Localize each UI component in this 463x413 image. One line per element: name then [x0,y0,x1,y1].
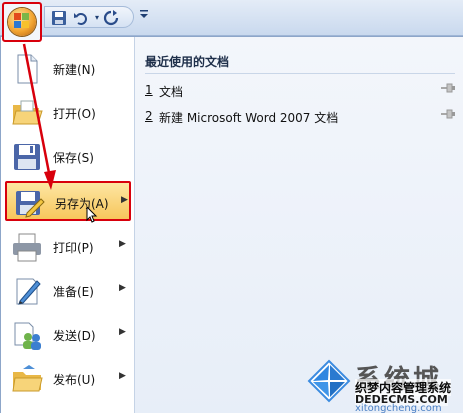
menu-item-label: 打印(P) [53,241,94,255]
undo-icon[interactable] [73,10,89,26]
menu-item-label: 发送(D) [53,329,96,343]
watermark: 系统城 织梦内容管理系统 DEDECMS.COM xitongcheng.com [305,355,463,413]
submenu-arrow-icon: ▶ [121,195,128,205]
pin-icon[interactable] [441,109,455,122]
menu-item-label: 打开(O) [53,107,96,121]
publish-folder-icon [11,363,43,395]
menu-item-label: 发布(U) [53,373,96,387]
submenu-arrow-icon: ▶ [119,371,126,381]
recent-document-item[interactable]: 1 文档 [145,81,455,101]
quick-access-toolbar: ▾ [44,6,134,28]
menu-item-save[interactable]: 保存(S) [5,137,131,177]
prepare-pen-icon [11,275,43,307]
submenu-arrow-icon: ▶ [119,327,126,337]
customize-toolbar-icon[interactable] [140,8,150,24]
menu-commands: 新建(N) 打开(O) 保存(S) 另存为(A) ▶ 打印(P) ▶ 准备(E)… [1,37,135,413]
windows-logo-icon [307,359,351,403]
watermark-domain: xitongcheng.com [355,403,442,413]
menu-item-publish[interactable]: 发布(U) ▶ [5,359,131,399]
office-logo-icon [14,13,30,29]
menu-item-label: 准备(E) [53,285,94,299]
menu-item-save-as[interactable]: 另存为(A) ▶ [5,181,131,221]
redo-icon[interactable] [103,10,119,26]
send-people-icon [11,319,43,351]
recent-item-name: 新建 Microsoft Word 2007 文档 [159,111,339,125]
title-bar: ▾ [0,0,463,42]
menu-item-label: 新建(N) [53,63,96,77]
printer-icon [11,231,43,263]
open-folder-icon [11,97,43,129]
mouse-cursor-icon [86,205,98,224]
divider [145,73,455,74]
menu-item-print[interactable]: 打印(P) ▶ [5,227,131,267]
pin-icon[interactable] [441,83,455,96]
recent-document-item[interactable]: 2 新建 Microsoft Word 2007 文档 [145,107,455,127]
submenu-arrow-icon: ▶ [119,239,126,249]
recent-item-number: 1 [145,83,153,97]
menu-item-open[interactable]: 打开(O) [5,93,131,133]
recent-item-number: 2 [145,109,153,123]
menu-item-new[interactable]: 新建(N) [5,49,131,89]
menu-item-label: 保存(S) [53,151,94,165]
save-as-icon [13,187,45,219]
recent-documents-title: 最近使用的文档 [145,55,230,69]
floppy-disk-icon[interactable] [51,10,67,26]
office-button[interactable] [2,2,42,42]
floppy-disk-icon [11,141,43,173]
menu-item-label: 另存为(A) [55,197,109,211]
menu-item-send[interactable]: 发送(D) ▶ [5,315,131,355]
recent-item-name: 文档 [159,85,184,99]
submenu-arrow-icon: ▶ [119,283,126,293]
menu-item-prepare[interactable]: 准备(E) ▶ [5,271,131,311]
new-document-icon [11,53,43,85]
